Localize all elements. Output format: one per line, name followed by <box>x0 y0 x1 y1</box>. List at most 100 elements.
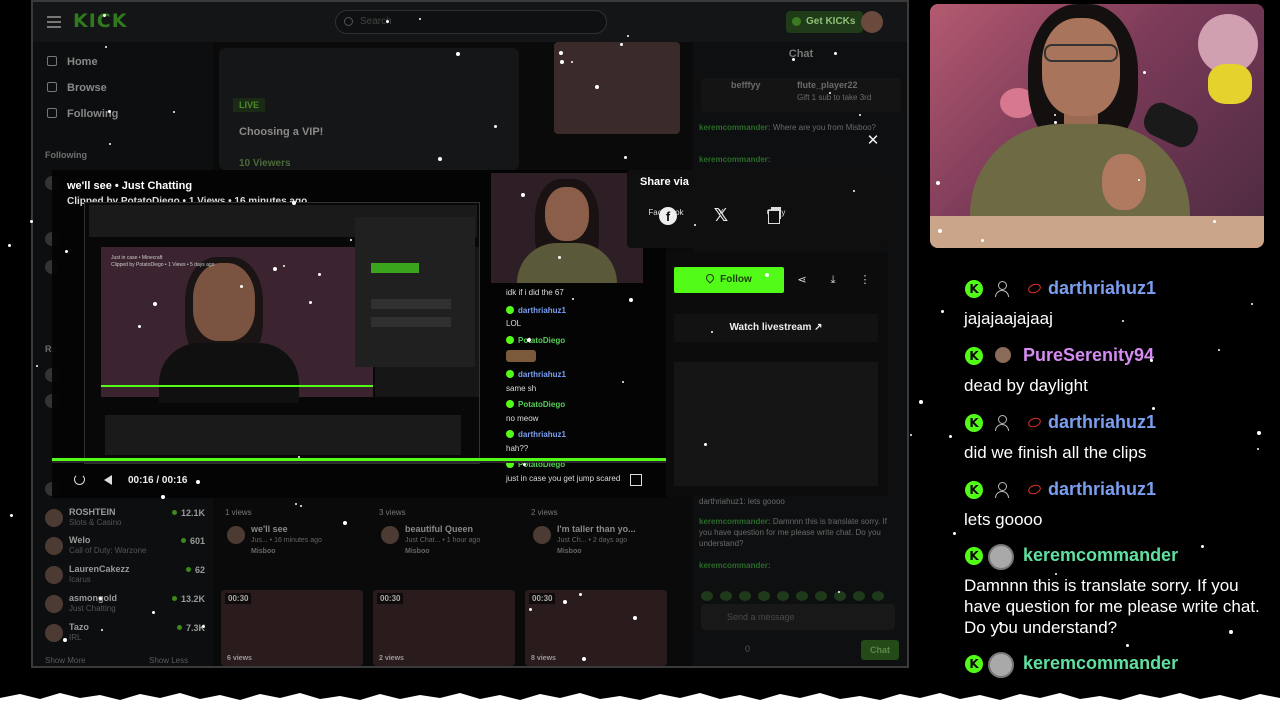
copy-icon[interactable] <box>768 207 782 224</box>
channel-name: Tazo <box>69 622 89 632</box>
share-icon[interactable]: ⋖ <box>794 272 810 288</box>
snowflake <box>386 20 389 23</box>
chat-send-button[interactable]: Chat <box>861 640 899 660</box>
clip-thumbnail[interactable]: 00:30 8 views <box>525 590 667 666</box>
chat-user[interactable]: keremcommander: <box>699 155 771 164</box>
snowflake <box>456 52 460 56</box>
snowflake <box>161 495 165 499</box>
snowflake <box>523 463 526 466</box>
snowflake <box>563 600 567 604</box>
user-avatar[interactable] <box>861 11 883 33</box>
video-title: I'm taller than yo... <box>557 524 636 534</box>
snowflake <box>765 273 769 277</box>
nav-browse[interactable]: Browse <box>47 82 107 94</box>
sidebar-channel-welo[interactable]: Welo Call of Duty: Warzone 601 <box>45 535 205 559</box>
user-avatar <box>988 652 1014 678</box>
follow-button[interactable]: Follow <box>674 267 784 293</box>
show-more-link[interactable]: Show More <box>45 656 85 665</box>
nav-home[interactable]: Home <box>47 56 98 68</box>
facebook-icon[interactable]: f <box>659 207 677 225</box>
video-card[interactable]: 1 views we'll see Jus... • 16 minutes ag… <box>225 508 367 555</box>
clip-chat-user: darthriahuz1 <box>506 306 566 315</box>
get-kicks-button[interactable]: Get KICKs <box>786 11 864 33</box>
close-icon[interactable]: ✕ <box>866 133 880 148</box>
gift-user: befffyy <box>731 80 761 90</box>
sidebar-channel-asmongold[interactable]: asmongold Just Chatting 13.2K <box>45 593 205 617</box>
share-title: Share via <box>640 176 689 188</box>
kick-badge-icon <box>506 370 514 378</box>
clip-video[interactable]: Just in case • Minecraft Clipped by Potat… <box>84 202 480 464</box>
video-card[interactable]: 3 views beautiful Queen Just Chat... • 1… <box>379 508 521 555</box>
kick-badge-icon <box>506 400 514 408</box>
watch-livestream-label: Watch livestream <box>729 322 812 333</box>
snowflake <box>936 181 940 185</box>
download-icon[interactable]: ⤓ <box>825 272 841 288</box>
search-input[interactable]: Search <box>335 10 607 34</box>
snowflake <box>624 156 627 159</box>
stream-thumbnail[interactable] <box>554 42 680 134</box>
clip-thumbnail[interactable]: 00:30 6 views <box>221 590 363 666</box>
stream-chat-user: darthriahuz1 <box>1048 412 1157 432</box>
live-title: Choosing a VIP! <box>239 126 324 138</box>
chat-user[interactable]: keremcommander: <box>699 517 771 526</box>
sidebar-channel-roshtein[interactable]: ROSHTEIN Slots & Casino 12.1K <box>45 507 205 531</box>
gift-user: flute_player22 <box>797 80 858 90</box>
stream-chat-message: K darthriahuz1 jajajaajajaaj <box>962 276 1280 329</box>
points-count: 0 <box>745 644 751 654</box>
home-icon <box>47 56 57 66</box>
snowflake <box>595 85 599 89</box>
sidebar-channel-tazo[interactable]: Tazo IRL 7.3K <box>45 622 205 646</box>
channel-category: Icarus <box>69 575 91 584</box>
volume-icon[interactable] <box>104 475 112 485</box>
chat-text: Where are you from Misboo? <box>772 123 876 132</box>
video-channel: Misboo <box>405 548 430 555</box>
gift-banner[interactable]: befffyy flute_player22 Gift 1 sub to tak… <box>701 78 901 112</box>
live-card[interactable]: LIVE Choosing a VIP! 10 Viewers <box>219 48 519 170</box>
channel-name: LaurenCakezz <box>69 564 130 574</box>
fullscreen-icon[interactable] <box>630 474 642 486</box>
menu-icon[interactable] <box>47 16 61 28</box>
video-meta: Just Chat... • 1 hour ago <box>405 537 481 544</box>
snowflake <box>859 114 861 116</box>
snowflake <box>173 111 175 113</box>
x-icon[interactable]: 𝕏 <box>711 206 731 226</box>
plush-toy <box>1208 64 1252 104</box>
nav-home-label: Home <box>67 56 98 68</box>
chat-header: Chat <box>788 48 814 60</box>
video-views: 2 views <box>531 508 558 517</box>
kick-badge-icon <box>506 306 514 314</box>
chat-input[interactable]: Send a message <box>701 604 895 630</box>
more-options-icon[interactable]: ⋮ <box>857 272 873 288</box>
show-less-link[interactable]: Show Less <box>149 656 188 665</box>
snowflake <box>559 51 563 55</box>
sidebar-channel-laurencakezz[interactable]: LaurenCakezz Icarus 62 <box>45 564 205 588</box>
nav-browse-label: Browse <box>67 82 107 94</box>
snowflake <box>579 593 582 596</box>
watch-livestream-button[interactable]: Watch livestream ↗ <box>674 314 878 342</box>
channel-avatar <box>45 509 63 527</box>
channel-viewers: 7.3K <box>177 623 205 633</box>
channel-viewers: 601 <box>181 536 205 546</box>
channel-viewers: 13.2K <box>172 594 205 604</box>
snowflake <box>521 193 525 197</box>
snowflake <box>527 338 531 342</box>
nested-share-popup <box>355 217 475 367</box>
channel-category: IRL <box>69 633 82 642</box>
chat-user[interactable]: keremcommander: <box>699 123 771 132</box>
nested-video-frame: Just in case • Minecraft Clipped by Potat… <box>101 247 373 403</box>
video-card[interactable]: 2 views I'm taller than yo... Just Ch...… <box>531 508 673 555</box>
glasses <box>1044 44 1118 62</box>
snowflake <box>670 214 672 216</box>
kick-logo[interactable]: KICK <box>73 10 127 32</box>
replay-icon[interactable] <box>74 474 85 485</box>
channel-viewers: 62 <box>186 565 205 575</box>
channel-avatar <box>45 537 63 555</box>
emote-bar[interactable] <box>701 588 901 601</box>
clip-duration: 00:30 <box>377 593 404 604</box>
chat-user[interactable]: keremcommander: <box>699 561 771 570</box>
clip-chat-text: same sh <box>506 384 537 393</box>
clip-thumbnail[interactable]: 00:30 2 views <box>373 590 515 666</box>
snowflake <box>240 285 243 288</box>
snowflake <box>1055 573 1057 575</box>
stream-chat-text: lets goooo <box>964 510 1043 529</box>
